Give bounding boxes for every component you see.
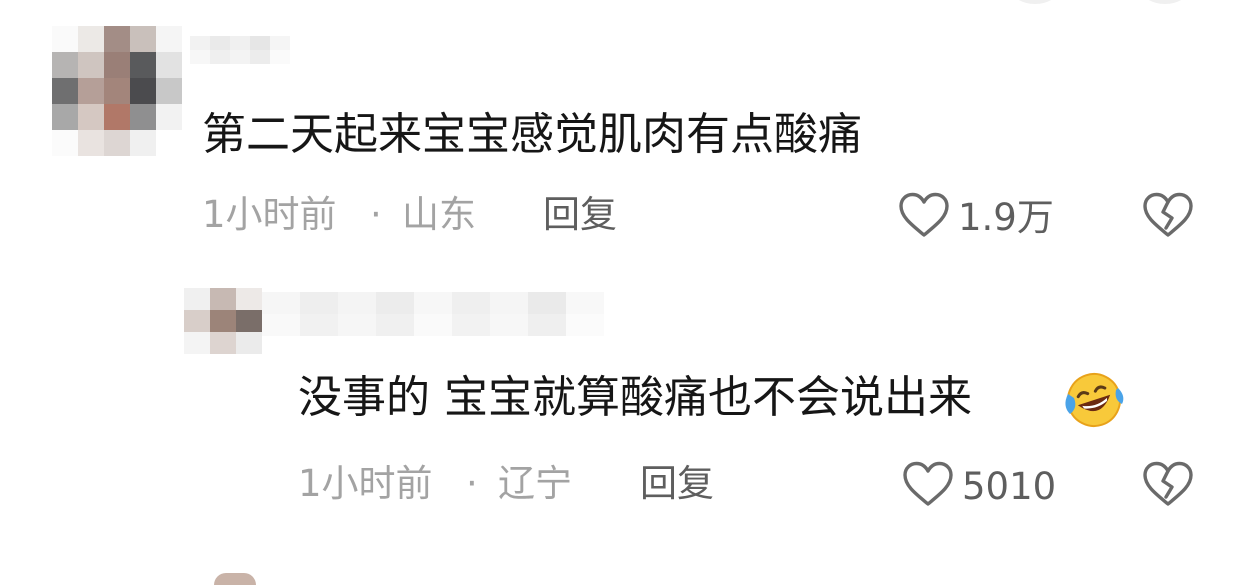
- partial-icon-top: [1010, 0, 1060, 4]
- like-button[interactable]: 1.9万: [898, 192, 1054, 242]
- reply-button[interactable]: 回复: [543, 196, 617, 233]
- next-avatar-partial: [214, 573, 256, 585]
- comment-location: 山东: [402, 193, 476, 236]
- username-blurred[interactable]: [262, 292, 604, 336]
- partial-icon-top: [1140, 0, 1190, 4]
- heart-outline-icon: [902, 461, 954, 511]
- username-blurred[interactable]: [190, 36, 290, 64]
- comment-time: 1小时前: [298, 462, 433, 505]
- like-count: 5010: [962, 464, 1057, 508]
- avatar-blurred[interactable]: [184, 288, 262, 354]
- broken-heart-icon: [1142, 461, 1194, 511]
- heart-outline-icon: [898, 192, 950, 242]
- dislike-button[interactable]: [1142, 461, 1194, 511]
- rolling-laughing-emoji: [1060, 370, 1128, 434]
- like-button[interactable]: 5010: [902, 461, 1056, 511]
- meta-separator: ·: [466, 462, 478, 505]
- dislike-button[interactable]: [1142, 192, 1194, 242]
- comment-text: 第二天起来宝宝感觉肌肉有点酸痛: [202, 109, 862, 160]
- like-count: 1.9万: [958, 195, 1054, 239]
- comment-text: 没事的 宝宝就算酸痛也不会说出来: [298, 372, 972, 423]
- broken-heart-icon: [1142, 192, 1194, 242]
- comment-location: 辽宁: [498, 462, 572, 505]
- meta-separator: ·: [370, 193, 382, 236]
- avatar-blurred[interactable]: [52, 26, 182, 156]
- reply-button[interactable]: 回复: [640, 465, 714, 502]
- comment-time: 1小时前: [202, 193, 337, 236]
